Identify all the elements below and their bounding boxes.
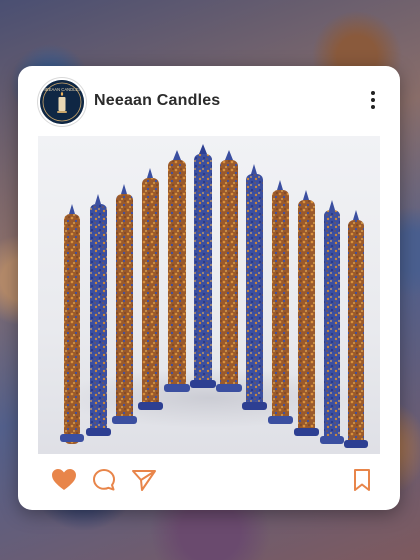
- post-card: NEEAAN CANDLES Neeaan Candles: [18, 66, 400, 510]
- candle-logo-icon: NEEAAN CANDLES: [40, 80, 84, 124]
- bookmark-icon[interactable]: [348, 466, 376, 494]
- avatar-text: NEEAAN CANDLES: [43, 87, 81, 92]
- post-header: NEEAAN CANDLES Neeaan Candles: [18, 66, 400, 136]
- account-name[interactable]: Neeaan Candles: [94, 92, 220, 110]
- more-vertical-icon[interactable]: [368, 91, 378, 113]
- post-image[interactable]: [38, 136, 380, 454]
- profile-avatar[interactable]: NEEAAN CANDLES: [40, 80, 84, 124]
- post-actions: [18, 462, 400, 502]
- heart-icon[interactable]: [50, 466, 78, 494]
- comment-icon[interactable]: [90, 466, 118, 494]
- send-icon[interactable]: [130, 466, 158, 494]
- candles-photo: [59, 144, 368, 448]
